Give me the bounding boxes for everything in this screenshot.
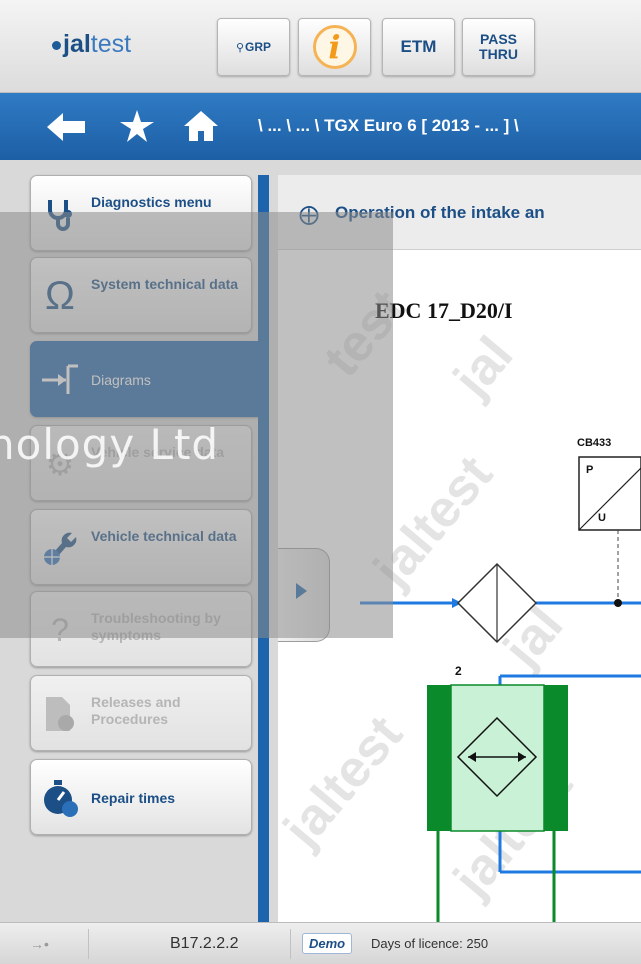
svg-text:test: test — [313, 280, 417, 388]
component-2-label: 2 — [455, 664, 462, 678]
diagram-icon — [39, 360, 81, 400]
pass-label: PASS — [479, 31, 518, 47]
sidebar-item-releases-procedures[interactable]: Releases and Procedures — [30, 675, 252, 751]
demo-badge: Demo — [302, 933, 353, 954]
chevron-right-icon — [296, 583, 307, 599]
sidebar-item-label: Vehicle technical data — [91, 528, 237, 544]
software-version: B17.2.2.2 — [170, 935, 239, 952]
usb-icon: →• — [30, 936, 49, 952]
stethoscope-icon — [39, 194, 81, 234]
omega-icon: Ω — [45, 273, 75, 318]
svg-text:jaltest: jaltest — [362, 445, 504, 598]
voltage-label: U — [598, 512, 606, 524]
diagram-title: EDC 17_D20/I — [375, 298, 513, 323]
crosshair-icon: ⨁ — [299, 204, 319, 226]
sidebar-item-label: Troubleshooting by symptoms — [91, 610, 221, 643]
info-button[interactable]: i — [298, 18, 371, 76]
stopwatch-icon — [39, 778, 81, 818]
licence-days: Days of licence: 250 — [371, 936, 489, 951]
intercooler-right-tank — [544, 685, 568, 831]
etm-label: ETM — [400, 37, 437, 56]
etm-button[interactable]: ETM — [382, 18, 455, 76]
sidebar-item-label: System technical data — [91, 276, 239, 292]
sidebar-item-label: Repair times — [91, 790, 176, 806]
sidebar-item-label: Releases and Procedures — [91, 694, 181, 727]
back-arrow-icon[interactable] — [47, 113, 85, 141]
favorite-star-icon[interactable] — [120, 110, 154, 142]
watermark-text: nology Ltd — [0, 420, 220, 469]
home-icon[interactable] — [184, 111, 218, 141]
status-separator — [290, 929, 291, 959]
sidebar-item-label: Diagnostics menu — [91, 194, 212, 210]
svg-text:jal: jal — [442, 326, 524, 408]
grp-button[interactable]: ⚲ GRP — [217, 18, 290, 76]
thru-label: THRU — [479, 46, 518, 62]
sidebar-item-vehicle-technical-data[interactable]: Vehicle technical data — [30, 509, 252, 585]
sensor-label: CB433 — [577, 437, 611, 449]
document-globe-icon — [39, 694, 81, 734]
sidebar-item-repair-times[interactable]: Repair times — [30, 759, 252, 835]
intercooler-core[interactable] — [450, 684, 545, 832]
navigation-bar: \ ... \ ... \ TGX Euro 6 [ 2013 - ... ] … — [0, 93, 641, 160]
operation-title: Operation of the intake an — [335, 203, 545, 222]
svg-text:jaltest: jaltest — [278, 705, 414, 858]
breadcrumb: \ ... \ ... \ TGX Euro 6 [ 2013 - ... ] … — [258, 116, 519, 135]
intercooler-left-tank — [427, 685, 451, 831]
pressure-label: P — [586, 464, 593, 476]
wrench-globe-icon — [39, 528, 81, 568]
info-icon: i — [312, 25, 357, 69]
top-toolbar: jaltest ⚲ GRP i ETM PASS THRU — [0, 0, 641, 93]
troubleshoot-icon: ? — [51, 611, 69, 648]
sidebar-item-system-technical-data[interactable]: Ω System technical data — [30, 257, 252, 333]
wiring-diagram[interactable]: test jal jaltest jal jaltest jaltest CB4… — [278, 250, 641, 922]
search-icon: ⚲ — [235, 41, 245, 54]
grp-label: GRP — [245, 40, 272, 54]
status-bar: →• B17.2.2.2 Demo Days of licence: 250 — [0, 922, 641, 964]
diagram-canvas: test jal jaltest jal jaltest jaltest CB4… — [278, 280, 641, 922]
sidebar-divider — [258, 175, 269, 922]
jaltest-logo: jaltest — [52, 30, 131, 59]
expand-sidebar-tab[interactable] — [278, 548, 330, 642]
sidebar-item-label: Diagrams — [91, 372, 151, 388]
sidebar-item-troubleshooting[interactable]: ? Troubleshooting by symptoms — [30, 591, 252, 667]
status-separator — [88, 929, 89, 959]
sidebar-item-diagnostics-menu[interactable]: Diagnostics menu — [30, 175, 252, 251]
sidebar-item-diagrams[interactable]: Diagrams — [30, 341, 259, 417]
pass-thru-button[interactable]: PASS THRU — [462, 18, 535, 76]
